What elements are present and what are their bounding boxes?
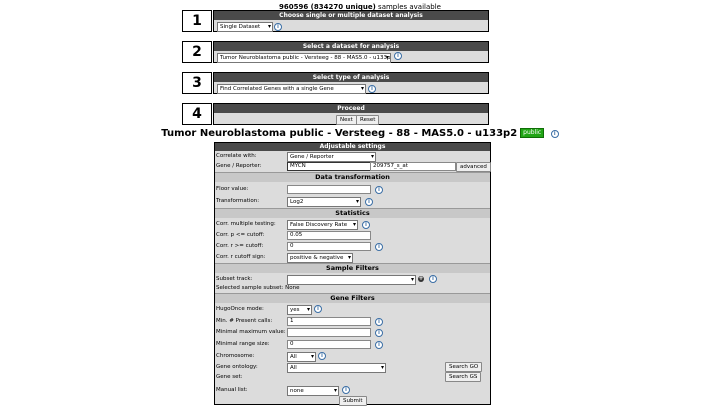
- hugoonce-select[interactable]: yes: [287, 305, 312, 315]
- step-2-number: 2: [182, 41, 212, 63]
- adjustable-settings-panel: Adjustable settings Correlate with: Gene…: [214, 142, 491, 406]
- step-4-body: Next Reset: [214, 113, 488, 125]
- step-4-title: Proceed: [214, 104, 488, 113]
- r-sign-select[interactable]: positive & negative: [287, 253, 353, 263]
- p-cutoff-input[interactable]: 0.05: [287, 231, 371, 240]
- analysis-info-icon[interactable]: i: [368, 85, 376, 93]
- sample-filters-header: Sample Filters: [215, 263, 490, 273]
- data-transformation-header: Data transformation: [215, 172, 490, 182]
- r-cutoff-info-icon[interactable]: i: [375, 243, 383, 251]
- floor-info-icon[interactable]: i: [375, 186, 383, 194]
- present-calls-label: Min. # Present calls:: [216, 318, 273, 324]
- step-2-body: Tumor Neuroblastoma public - Versteeg - …: [214, 51, 488, 63]
- gene-ontology-label: Gene ontology:: [216, 364, 258, 370]
- step-3-body: Find Correlated Genes with a single Gene…: [214, 82, 488, 94]
- range-size-label: Minimal range size:: [216, 341, 270, 347]
- gene-set-label: Gene set:: [216, 374, 243, 380]
- floor-value-input[interactable]: [287, 185, 371, 194]
- reporter-input[interactable]: 209757_s_at: [370, 162, 456, 171]
- transformation-info-icon[interactable]: i: [365, 198, 373, 206]
- hugoonce-label: HugoOnce mode:: [216, 306, 264, 312]
- advanced-button[interactable]: advanced: [456, 162, 491, 172]
- step-2-title: Select a dataset for analysis: [214, 42, 488, 51]
- manual-list-select[interactable]: none: [287, 386, 339, 396]
- subset-track-label: Subset track:: [216, 276, 253, 282]
- hugoonce-info-icon[interactable]: i: [314, 305, 322, 313]
- chromosome-label: Chromosome:: [216, 353, 255, 359]
- gene-filters-header: Gene Filters: [215, 293, 490, 303]
- range-size-input[interactable]: 0: [287, 340, 371, 349]
- search-go-button[interactable]: Search GO: [445, 362, 483, 372]
- r-cutoff-input[interactable]: 0: [287, 242, 371, 251]
- correlate-with-label: Correlate with:: [216, 153, 257, 159]
- correlate-with-select[interactable]: Gene / Reporter: [287, 152, 376, 162]
- subset-track-select[interactable]: [287, 275, 416, 285]
- step-4-number: 4: [182, 103, 212, 125]
- transformation-select[interactable]: Log2: [287, 197, 361, 207]
- step-3-box: Select type of analysis Find Correlated …: [213, 72, 489, 94]
- minimal-maximum-input[interactable]: [287, 328, 371, 337]
- gene-ontology-select[interactable]: All: [287, 363, 386, 373]
- step-1-box: Choose single or multiple dataset analys…: [213, 10, 489, 32]
- p-cutoff-label: Corr. p <= cutoff:: [216, 232, 265, 238]
- step-3-title: Select type of analysis: [214, 73, 488, 82]
- chromosome-select[interactable]: All: [287, 352, 316, 362]
- dataset-title: Tumor Neuroblastoma public - Versteeg - …: [161, 128, 518, 139]
- step-1-title: Choose single or multiple dataset analys…: [214, 11, 488, 20]
- search-gs-button[interactable]: Search GS: [445, 372, 482, 382]
- present-calls-info-icon[interactable]: i: [375, 318, 383, 326]
- multiple-testing-select[interactable]: False Discovery Rate: [287, 220, 358, 230]
- statistics-header: Statistics: [215, 208, 490, 218]
- chromosome-info-icon[interactable]: i: [318, 352, 326, 360]
- minimal-maximum-info-icon[interactable]: i: [375, 329, 383, 337]
- manual-list-label: Manual list:: [216, 387, 248, 393]
- public-badge: public: [520, 128, 545, 138]
- step-4-box: Proceed Next Reset: [213, 103, 489, 125]
- gene-input[interactable]: MYCN: [287, 162, 371, 171]
- manual-list-info-icon[interactable]: i: [342, 386, 350, 394]
- analysis-type-select[interactable]: Find Correlated Genes with a single Gene: [217, 84, 366, 94]
- minimal-maximum-label: Minimal maximum value:: [216, 329, 286, 335]
- info-icon[interactable]: i: [274, 23, 282, 31]
- transformation-label: Transformation:: [216, 198, 260, 204]
- submit-button[interactable]: Submit: [339, 396, 367, 406]
- multiple-testing-label: Corr. multiple testing:: [216, 221, 276, 227]
- step-3-number: 3: [182, 72, 212, 94]
- settings-title: Adjustable settings: [215, 143, 490, 151]
- multiple-testing-info-icon[interactable]: i: [362, 221, 370, 229]
- add-subset-icon[interactable]: +: [418, 276, 424, 282]
- next-button[interactable]: Next: [336, 115, 357, 125]
- step-1-number: 1: [182, 10, 212, 32]
- analysis-mode-select[interactable]: Single Dataset: [217, 22, 273, 32]
- dataset-info-icon[interactable]: i: [394, 52, 402, 60]
- step-2-box: Select a dataset for analysis Tumor Neur…: [213, 41, 489, 63]
- subset-info-icon[interactable]: i: [429, 275, 437, 283]
- floor-value-label: Floor value:: [216, 186, 249, 192]
- reset-button[interactable]: Reset: [356, 115, 380, 125]
- gene-reporter-label: Gene / Reporter:: [216, 163, 262, 169]
- dataset-heading: Tumor Neuroblastoma public - Versteeg - …: [0, 128, 720, 139]
- dataset-select[interactable]: Tumor Neuroblastoma public - Versteeg - …: [217, 53, 391, 63]
- present-calls-input[interactable]: 1: [287, 317, 371, 326]
- r-sign-label: Corr. r cutoff sign:: [216, 254, 266, 260]
- step-1-body: Single Dataset i: [214, 20, 488, 32]
- dataset-title-info-icon[interactable]: i: [550, 130, 559, 138]
- selected-subset-text: Selected sample subset: None: [216, 285, 300, 291]
- r-cutoff-label: Corr. r >= cutoff:: [216, 243, 264, 249]
- range-size-info-icon[interactable]: i: [375, 341, 383, 349]
